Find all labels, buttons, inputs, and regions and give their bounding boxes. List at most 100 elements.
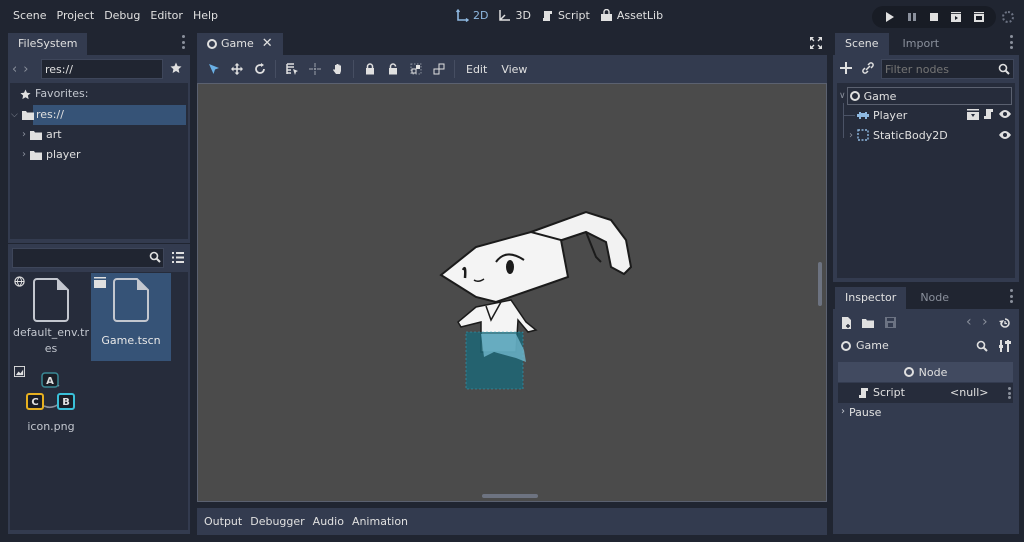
- scene-dock-menu-icon[interactable]: [1009, 35, 1013, 49]
- tab-output[interactable]: Output: [200, 515, 246, 528]
- player-sprite[interactable]: [436, 202, 636, 392]
- viewport-vertical-scrollbar[interactable]: [818, 262, 822, 306]
- property-menu-icon[interactable]: [1007, 387, 1011, 399]
- star-icon: [20, 88, 31, 99]
- visibility-eye-icon[interactable]: [999, 130, 1011, 140]
- file-game-tscn[interactable]: Game.tscn: [91, 273, 171, 361]
- node-game[interactable]: ∨ Game: [839, 86, 896, 106]
- toolbar-separator: [275, 60, 276, 78]
- menu-editor[interactable]: Editor: [145, 9, 188, 22]
- search-icon: [998, 63, 1010, 75]
- property-script: Script <null>: [838, 383, 1013, 403]
- open-in-editor-icon[interactable]: [967, 109, 979, 120]
- tab-import[interactable]: Import: [889, 33, 950, 55]
- history-icon[interactable]: [999, 317, 1011, 329]
- scene-tabs: Game ✕: [197, 33, 283, 55]
- list-view-icon[interactable]: [172, 252, 184, 263]
- back-icon[interactable]: ‹: [966, 314, 972, 330]
- tab-filesystem[interactable]: FileSystem: [8, 33, 88, 55]
- save-icon[interactable]: [885, 317, 896, 328]
- tree-item-art[interactable]: › art: [22, 125, 62, 145]
- folder-icon: [30, 151, 42, 160]
- file-default-env[interactable]: default_env.tres: [11, 272, 91, 362]
- add-node-icon[interactable]: [840, 62, 852, 74]
- script-value[interactable]: <null>: [950, 386, 989, 399]
- close-icon[interactable]: ✕: [262, 33, 273, 55]
- edit-menu[interactable]: Edit: [459, 63, 494, 76]
- play-scene-icon[interactable]: [950, 11, 962, 23]
- mode-2d[interactable]: 2D: [456, 9, 488, 22]
- lock-button[interactable]: [358, 59, 381, 79]
- filesystem-menu-icon[interactable]: [181, 35, 185, 49]
- tab-audio[interactable]: Audio: [309, 515, 348, 528]
- menu-project[interactable]: Project: [52, 9, 100, 22]
- open-folder-icon[interactable]: [862, 318, 874, 328]
- inspected-object[interactable]: Game: [841, 339, 889, 352]
- unlock-icon: [388, 63, 397, 75]
- forward-icon[interactable]: ›: [982, 314, 988, 330]
- tab-game[interactable]: Game ✕: [197, 33, 283, 55]
- node-staticbody2d[interactable]: › StaticBody2D: [849, 125, 948, 145]
- tab-node[interactable]: Node: [906, 287, 959, 309]
- tab-inspector[interactable]: Inspector: [835, 287, 907, 309]
- mode-3d[interactable]: 3D: [498, 9, 531, 22]
- script-icon[interactable]: [983, 108, 994, 120]
- favorite-star-icon[interactable]: [170, 62, 182, 74]
- canvas-viewport[interactable]: [197, 83, 827, 502]
- tree-res-toggle[interactable]: ⌵: [11, 105, 34, 125]
- list-select-button[interactable]: [280, 59, 303, 79]
- back-icon[interactable]: ‹: [12, 62, 23, 77]
- menu-scene[interactable]: Scene: [8, 9, 52, 22]
- pivot-mode-button[interactable]: [303, 59, 326, 79]
- section-pause[interactable]: › Pause: [838, 403, 1013, 423]
- inspector-dock-menu-icon[interactable]: [1009, 289, 1013, 303]
- chevron-right-icon: ›: [22, 149, 26, 160]
- mode-script[interactable]: Script: [541, 9, 590, 22]
- path-input[interactable]: [41, 59, 163, 79]
- node-player[interactable]: Player: [857, 105, 907, 125]
- view-menu[interactable]: View: [494, 63, 534, 76]
- visibility-eye-icon[interactable]: [999, 109, 1011, 119]
- tab-animation[interactable]: Animation: [348, 515, 412, 528]
- search-icon[interactable]: [976, 340, 988, 352]
- select-mode-button[interactable]: [202, 59, 225, 79]
- group-button[interactable]: [404, 59, 427, 79]
- tab-scene[interactable]: Scene: [835, 33, 889, 55]
- category-node: Node: [838, 362, 1013, 382]
- tab-debugger[interactable]: Debugger: [246, 515, 308, 528]
- new-resource-icon[interactable]: [841, 317, 852, 329]
- viewport-horizontal-scrollbar[interactable]: [482, 494, 538, 498]
- group-icon: [410, 63, 421, 75]
- main-menu: Scene Project Debug Editor Help: [8, 9, 223, 22]
- menu-help[interactable]: Help: [188, 9, 223, 22]
- pan-mode-button[interactable]: [326, 59, 349, 79]
- file-icon-png[interactable]: A C B icon.png: [11, 364, 91, 436]
- folder-icon: [21, 111, 34, 120]
- ungroup-button[interactable]: [427, 59, 450, 79]
- 3d-icon: [499, 10, 511, 21]
- distraction-free-icon[interactable]: [810, 37, 822, 49]
- rotate-icon: [254, 63, 265, 74]
- image-icon: [14, 366, 25, 377]
- tree-item-favorites[interactable]: Favorites:: [20, 84, 88, 104]
- rotate-mode-button[interactable]: [248, 59, 271, 79]
- unlock-button[interactable]: [381, 59, 404, 79]
- history-nav: ‹›: [12, 62, 34, 77]
- instance-scene-icon[interactable]: [862, 62, 874, 74]
- forward-icon[interactable]: ›: [23, 62, 34, 77]
- play-icon[interactable]: [883, 11, 895, 23]
- globe-icon: [14, 276, 25, 287]
- move-mode-button[interactable]: [225, 59, 248, 79]
- tree-item-player[interactable]: › player: [22, 145, 81, 165]
- filter-nodes-input[interactable]: [881, 59, 1014, 79]
- tools-icon[interactable]: [999, 340, 1011, 352]
- play-custom-scene-icon[interactable]: [973, 11, 985, 23]
- stop-icon[interactable]: [928, 11, 940, 23]
- mode-assetlib[interactable]: AssetLib: [600, 9, 663, 22]
- run-controls: [872, 6, 996, 28]
- pause-icon[interactable]: [906, 11, 918, 23]
- file-search-input[interactable]: [12, 248, 164, 268]
- filesystem-tabs: FileSystem: [8, 33, 88, 55]
- tree-item-res[interactable]: res://: [33, 105, 186, 125]
- menu-debug[interactable]: Debug: [99, 9, 145, 22]
